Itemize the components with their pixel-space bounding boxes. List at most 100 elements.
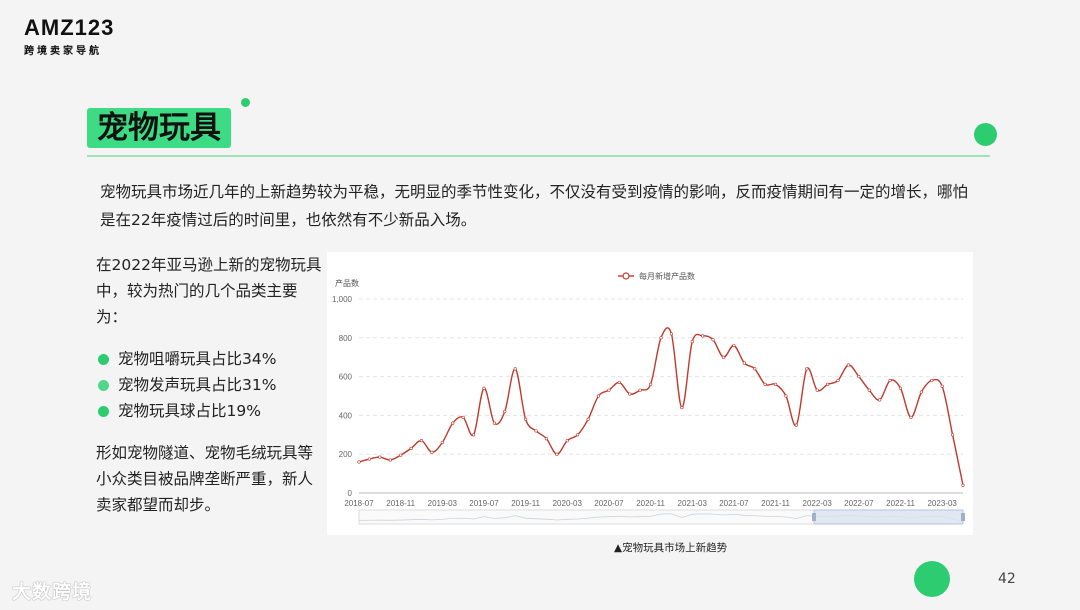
data-point [596,394,601,398]
line-chart: 0 200 400 600 800 1,000 产品数 2018-07 2018-11 2019-… [332,271,965,525]
zoom-handle-right-icon[interactable] [961,513,965,521]
title-dot [241,98,250,107]
data-point [742,361,746,365]
data-point [378,455,382,459]
y-tick-label: 400 [339,411,353,420]
data-point [628,392,632,396]
data-point [711,338,715,342]
side-column: 在2022年亚马逊上新的宠物玩具中，较为热门的几个品类主要为： 宠物咀嚼玩具占比… [96,252,326,518]
chart-card: 0 200 400 600 800 1,000 产品数 2018-07 2018-11 2019-… [327,252,973,535]
bullet-text: 宠物发声玩具占比31% [118,376,277,394]
data-point [701,334,705,338]
intro-paragraph: 宠物玩具市场近几年的上新趋势较为平稳，无明显的季节性变化，不仅没有受到疫情的影响… [100,183,969,229]
data-point [930,378,934,383]
y-axis-label: 产品数 [335,278,359,288]
x-tick-label: 2021-07 [719,499,749,508]
x-tick-label: 2022-03 [803,499,833,508]
x-tick-label: 2021-11 [761,499,790,508]
data-point [586,417,590,421]
x-tick-label: 2022-07 [844,499,874,508]
data-point [909,415,913,419]
y-tick-label: 600 [339,373,353,382]
data-point [898,386,903,390]
data-point [826,382,830,386]
bullet-text: 宠物玩具球占比19% [118,402,261,420]
data-point [534,429,538,433]
data-point [565,439,569,443]
header-divider [87,155,990,157]
header-dot [974,123,997,146]
y-tick-label: 0 [348,489,353,498]
chart-caption: ▲宠物玩具市场上新趋势 [614,542,728,554]
bullet-text: 宠物咀嚼玩具占比34% [118,350,277,368]
data-point [815,388,819,392]
logo: AMZ123 跨境卖家导航 [24,15,115,58]
data-point [399,453,403,457]
data-point [857,374,861,379]
zoom-slider-selection[interactable] [813,509,964,525]
data-point [451,421,455,425]
data-point [659,336,663,340]
data-point [503,409,507,414]
y-tick-label: 1,000 [332,295,353,304]
x-tick-label: 2019-03 [428,499,458,508]
x-tick-label: 2020-07 [594,499,624,508]
bullet-list: 宠物咀嚼玩具占比34% 宠物发声玩具占比31% 宠物玩具球占比19% [96,346,326,424]
data-point [607,388,611,392]
x-tick-label: 2020-11 [636,499,665,508]
data-point [753,367,757,371]
x-tick-label: 2020-03 [553,499,583,508]
data-point [430,450,434,454]
data-point [513,367,517,371]
data-point [638,388,642,392]
data-point [471,433,476,437]
data-point [846,363,851,367]
data-point [805,367,809,371]
data-point [357,460,361,464]
data-point [919,390,923,394]
data-point [773,382,778,386]
data-point [367,457,372,461]
x-tick-label: 2019-07 [469,499,499,508]
data-point [794,423,798,427]
data-point [409,446,413,450]
side-outro: 形如宠物隧道、宠物毛绒玩具等小众类目被品牌垄断严重，新人卖家都望而却步。 [96,444,314,514]
data-point [940,384,944,388]
data-point [492,421,496,425]
legend-label: 每月新增产品数 [639,271,695,281]
logo-main: AMZ123 [24,15,115,40]
slide-title: 宠物玩具 [87,108,231,148]
page-number: 42 [998,571,1016,587]
data-point [576,433,580,437]
data-point [732,343,736,348]
bullet-item: 宠物发声玩具占比31% [96,372,326,398]
y-tick-label: 800 [339,334,353,343]
bullet-item: 宠物玩具球占比19% [96,398,326,424]
data-point [888,378,892,383]
bullet-dot-icon [98,354,109,365]
logo-sub: 跨境卖家导航 [24,46,102,57]
data-point [763,382,767,386]
data-point [680,406,684,410]
data-point [950,433,955,437]
data-point [461,415,465,419]
zoom-handle-left-icon[interactable] [812,513,816,521]
x-tick-label: 2021-03 [678,499,708,508]
bullet-item: 宠物咀嚼玩具占比34% [96,346,326,372]
data-point [784,394,788,398]
series-line [358,327,964,486]
watermark: 大数跨境 [12,581,93,603]
data-point [482,386,486,390]
data-point [690,340,694,344]
data-point [867,388,871,392]
data-point [878,398,882,402]
legend-swatch-marker [622,272,630,280]
data-point [721,355,726,359]
y-tick-label: 200 [339,450,353,459]
data-point [524,417,528,421]
data-point [648,382,653,386]
data-point [388,458,392,462]
side-intro: 在2022年亚马逊上新的宠物玩具中，较为热门的几个品类主要为： [96,256,322,326]
x-tick-label: 2018-11 [386,499,415,508]
data-point [419,439,424,443]
